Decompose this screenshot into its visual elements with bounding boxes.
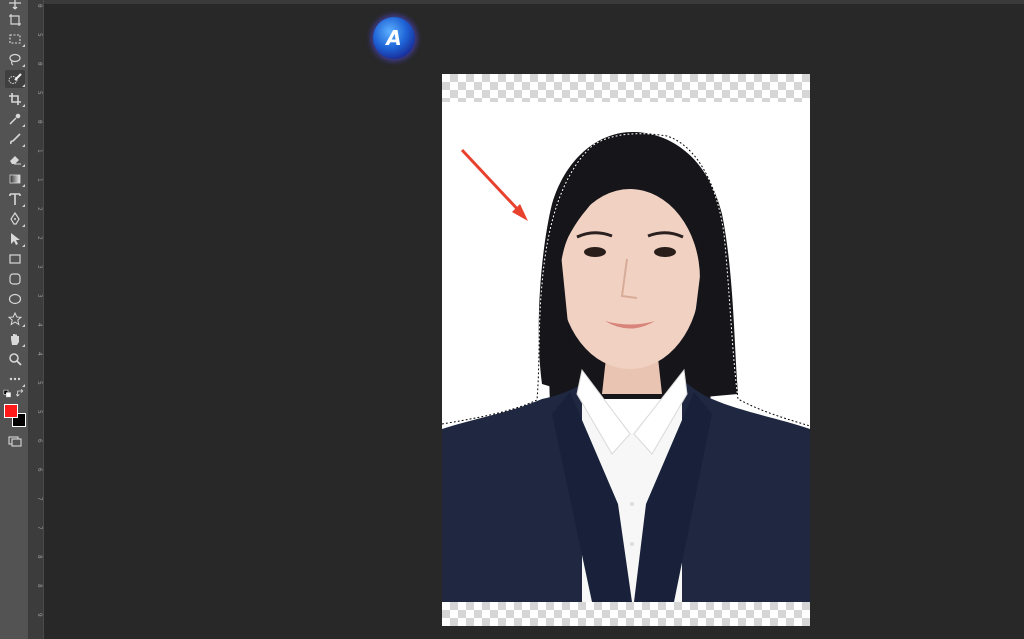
ruler-tick-label: 8 [36, 555, 43, 559]
quick-selection-tool[interactable] [5, 70, 25, 88]
magnifier-icon [9, 353, 22, 366]
ruler-tick-label: 0 [36, 120, 43, 124]
brush-icon [9, 133, 21, 145]
ai-assistant-badge[interactable]: A [373, 17, 415, 59]
pen-tool[interactable] [5, 210, 25, 228]
ruler-tick-label: 5 [36, 91, 43, 95]
ruler-tick-label: 8 [36, 584, 43, 588]
ellipse-tool[interactable] [5, 290, 25, 308]
lasso-tool[interactable] [5, 50, 25, 68]
type-icon [9, 193, 21, 205]
artboard-icon [9, 14, 21, 26]
marquee-tool[interactable] [5, 30, 25, 48]
ellipse-icon [8, 293, 22, 305]
gradient-icon [9, 174, 21, 184]
ruler-tick-label: 2 [36, 236, 43, 240]
eyedropper-icon [9, 113, 21, 125]
portrait-photo [442, 102, 810, 602]
ruler-tick-label: 6 [36, 468, 43, 472]
pen-icon [10, 212, 20, 225]
crop-icon [9, 93, 21, 105]
arrow-cursor-icon [11, 233, 20, 245]
zoom-tool[interactable] [5, 350, 25, 368]
color-swatches [4, 404, 26, 427]
ruler-tick-label: 9 [36, 613, 43, 617]
ruler-tick-label: 5 [36, 410, 43, 414]
hand-icon [11, 334, 19, 345]
ruler-tick-label: 7 [36, 497, 43, 501]
ruler-tick-label: 5 [36, 381, 43, 385]
quick-selection-icon [8, 73, 22, 84]
rectangle-icon [9, 254, 21, 264]
rounded-rectangle-icon [9, 273, 21, 285]
screen-mode-icon [8, 436, 22, 447]
vertical-ruler: 0 5 0 5 0 1 1 2 2 3 3 4 4 5 5 6 6 7 7 8 8 9 [29, 0, 44, 639]
ruler-tick-label: 1 [36, 178, 43, 182]
eraser-icon [10, 156, 21, 165]
quick-mask-button[interactable] [5, 432, 25, 450]
ruler-tick-label: 2 [36, 207, 43, 211]
eyedropper-tool[interactable] [5, 110, 25, 128]
crop-tool[interactable] [5, 90, 25, 108]
rectangle-tool[interactable] [5, 250, 25, 268]
ruler-tick-label: 1 [36, 149, 43, 153]
move-icon [9, 0, 21, 10]
document-canvas[interactable] [442, 74, 810, 626]
ruler-tick-label: 7 [36, 526, 43, 530]
brush-tool[interactable] [5, 130, 25, 148]
foreground-color-swatch[interactable] [4, 404, 18, 418]
path-selection-tool[interactable] [5, 230, 25, 248]
default-colors-icon [3, 389, 11, 397]
custom-shape-tool[interactable] [5, 310, 25, 328]
ruler-tick-label: 6 [36, 439, 43, 443]
ruler-tick-label: 0 [36, 4, 43, 8]
marquee-icon [9, 34, 21, 44]
ruler-tick-label: 5 [36, 33, 43, 37]
ruler-tick-label: 4 [36, 323, 43, 327]
ruler-tick-label: 3 [36, 265, 43, 269]
swap-colors-button[interactable] [15, 388, 26, 398]
type-tool[interactable] [5, 190, 25, 208]
default-colors-button[interactable] [2, 388, 14, 398]
swap-arrows-icon [15, 388, 23, 397]
artboard-tool[interactable] [5, 11, 25, 29]
badge-letter: A [386, 26, 402, 50]
star-shape-icon [8, 312, 22, 326]
lasso-icon [9, 53, 21, 66]
ruler-tick-label: 4 [36, 352, 43, 356]
ruler-tick-label: 3 [36, 294, 43, 298]
ellipsis-icon [9, 377, 21, 381]
tools-panel [0, 0, 29, 639]
ruler-tick-label: 0 [36, 62, 43, 66]
gradient-tool[interactable] [5, 170, 25, 188]
more-tools[interactable] [5, 370, 25, 388]
rounded-rectangle-tool[interactable] [5, 270, 25, 288]
eraser-tool[interactable] [5, 150, 25, 168]
hand-tool[interactable] [5, 330, 25, 348]
